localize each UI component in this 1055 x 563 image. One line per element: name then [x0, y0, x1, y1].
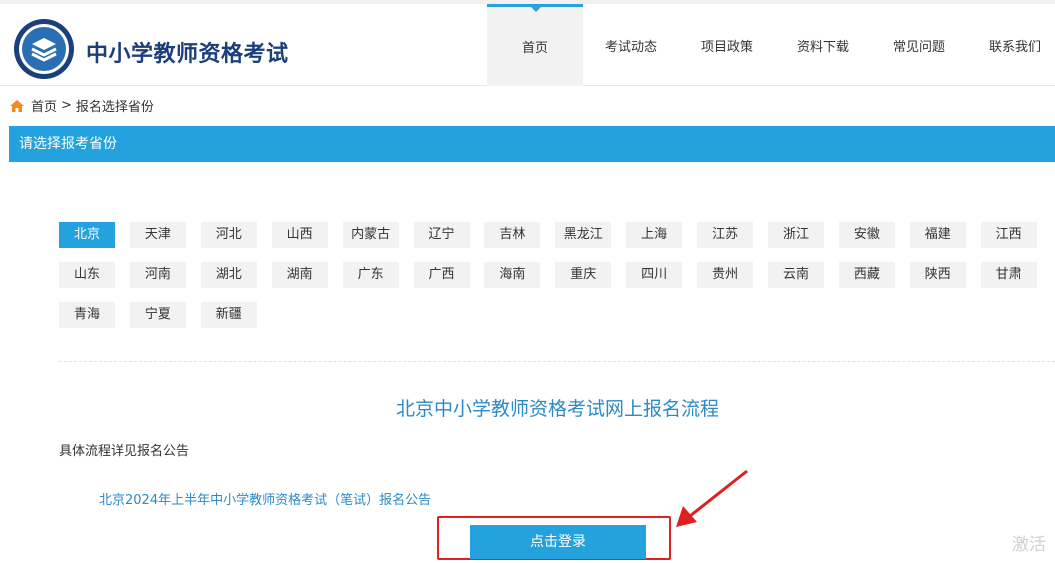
province-button[interactable]: 江西 [980, 222, 1037, 248]
province-button[interactable]: 云南 [768, 262, 824, 288]
nav-item-downloads[interactable]: 资料下载 [775, 4, 871, 86]
login-button[interactable]: 点击登录 [470, 525, 646, 559]
nav-item-home[interactable]: 首页 [487, 4, 583, 86]
province-button[interactable]: 河南 [129, 262, 186, 288]
section-title-bar: 请选择报考省份 [9, 126, 1055, 162]
province-button[interactable]: 湖北 [200, 262, 257, 288]
process-note: 具体流程详见报名公告 [59, 444, 190, 459]
province-button[interactable]: 内蒙古 [342, 222, 399, 248]
nav-item-exam-news[interactable]: 考试动态 [583, 4, 679, 86]
page: 中小学教师资格考试 首页 考试动态 项目政策 资料下载 常见问题 联系我们 首页… [0, 0, 1055, 563]
province-button[interactable]: 宁夏 [129, 302, 186, 328]
process-title: 北京中小学教师资格考试网上报名流程 [395, 398, 719, 420]
province-button[interactable]: 河北 [200, 222, 257, 248]
certificate-seal-icon[interactable] [13, 18, 75, 80]
province-button[interactable]: 四川 [626, 262, 683, 288]
site-header: 中小学教师资格考试 首页 考试动态 项目政策 资料下载 常见问题 联系我们 [0, 0, 1055, 86]
breadcrumb-separator: > [61, 98, 72, 113]
province-button[interactable]: 辽宁 [413, 222, 470, 248]
province-button[interactable]: 天津 [129, 222, 186, 248]
province-button[interactable]: 广东 [342, 262, 399, 288]
province-button[interactable]: 吉林 [484, 222, 541, 248]
province-button[interactable]: 新疆 [200, 302, 257, 328]
province-button[interactable]: 江苏 [697, 222, 754, 248]
province-button[interactable]: 福建 [909, 222, 966, 248]
nav-item-policy[interactable]: 项目政策 [679, 4, 775, 86]
province-button[interactable]: 北京 [59, 222, 115, 248]
main-nav: 首页 考试动态 项目政策 资料下载 常见问题 联系我们 [487, 4, 1055, 86]
province-button[interactable]: 陕西 [909, 262, 966, 288]
registration-notice-link[interactable]: 北京2024年上半年中小学教师资格考试（笔试）报名公告 [99, 489, 431, 508]
site-title[interactable]: 中小学教师资格考试 [86, 36, 289, 68]
home-icon [10, 99, 24, 112]
province-button[interactable]: 安徽 [838, 222, 895, 248]
province-button[interactable]: 山东 [59, 262, 115, 288]
province-button[interactable]: 上海 [626, 222, 683, 248]
province-button[interactable]: 甘肃 [980, 262, 1037, 288]
province-button[interactable]: 西藏 [838, 262, 895, 288]
breadcrumb-current: 报名选择省份 [75, 100, 154, 115]
breadcrumb: 首页 > 报名选择省份 [9, 96, 154, 115]
province-button[interactable]: 浙江 [768, 222, 824, 248]
province-button[interactable]: 山西 [271, 222, 328, 248]
dashed-divider [59, 361, 1055, 362]
province-button[interactable]: 青海 [59, 302, 115, 328]
activation-watermark: 激活 [1012, 535, 1046, 555]
province-button[interactable]: 贵州 [697, 262, 754, 288]
province-button[interactable]: 重庆 [555, 262, 612, 288]
province-button[interactable]: 黑龙江 [555, 222, 612, 248]
nav-item-contact[interactable]: 联系我们 [967, 4, 1055, 86]
province-button[interactable]: 广西 [413, 262, 470, 288]
province-button[interactable]: 海南 [484, 262, 541, 288]
nav-item-faq[interactable]: 常见问题 [871, 4, 967, 86]
breadcrumb-home-link[interactable]: 首页 [31, 96, 57, 115]
province-button[interactable]: 湖南 [271, 262, 328, 288]
